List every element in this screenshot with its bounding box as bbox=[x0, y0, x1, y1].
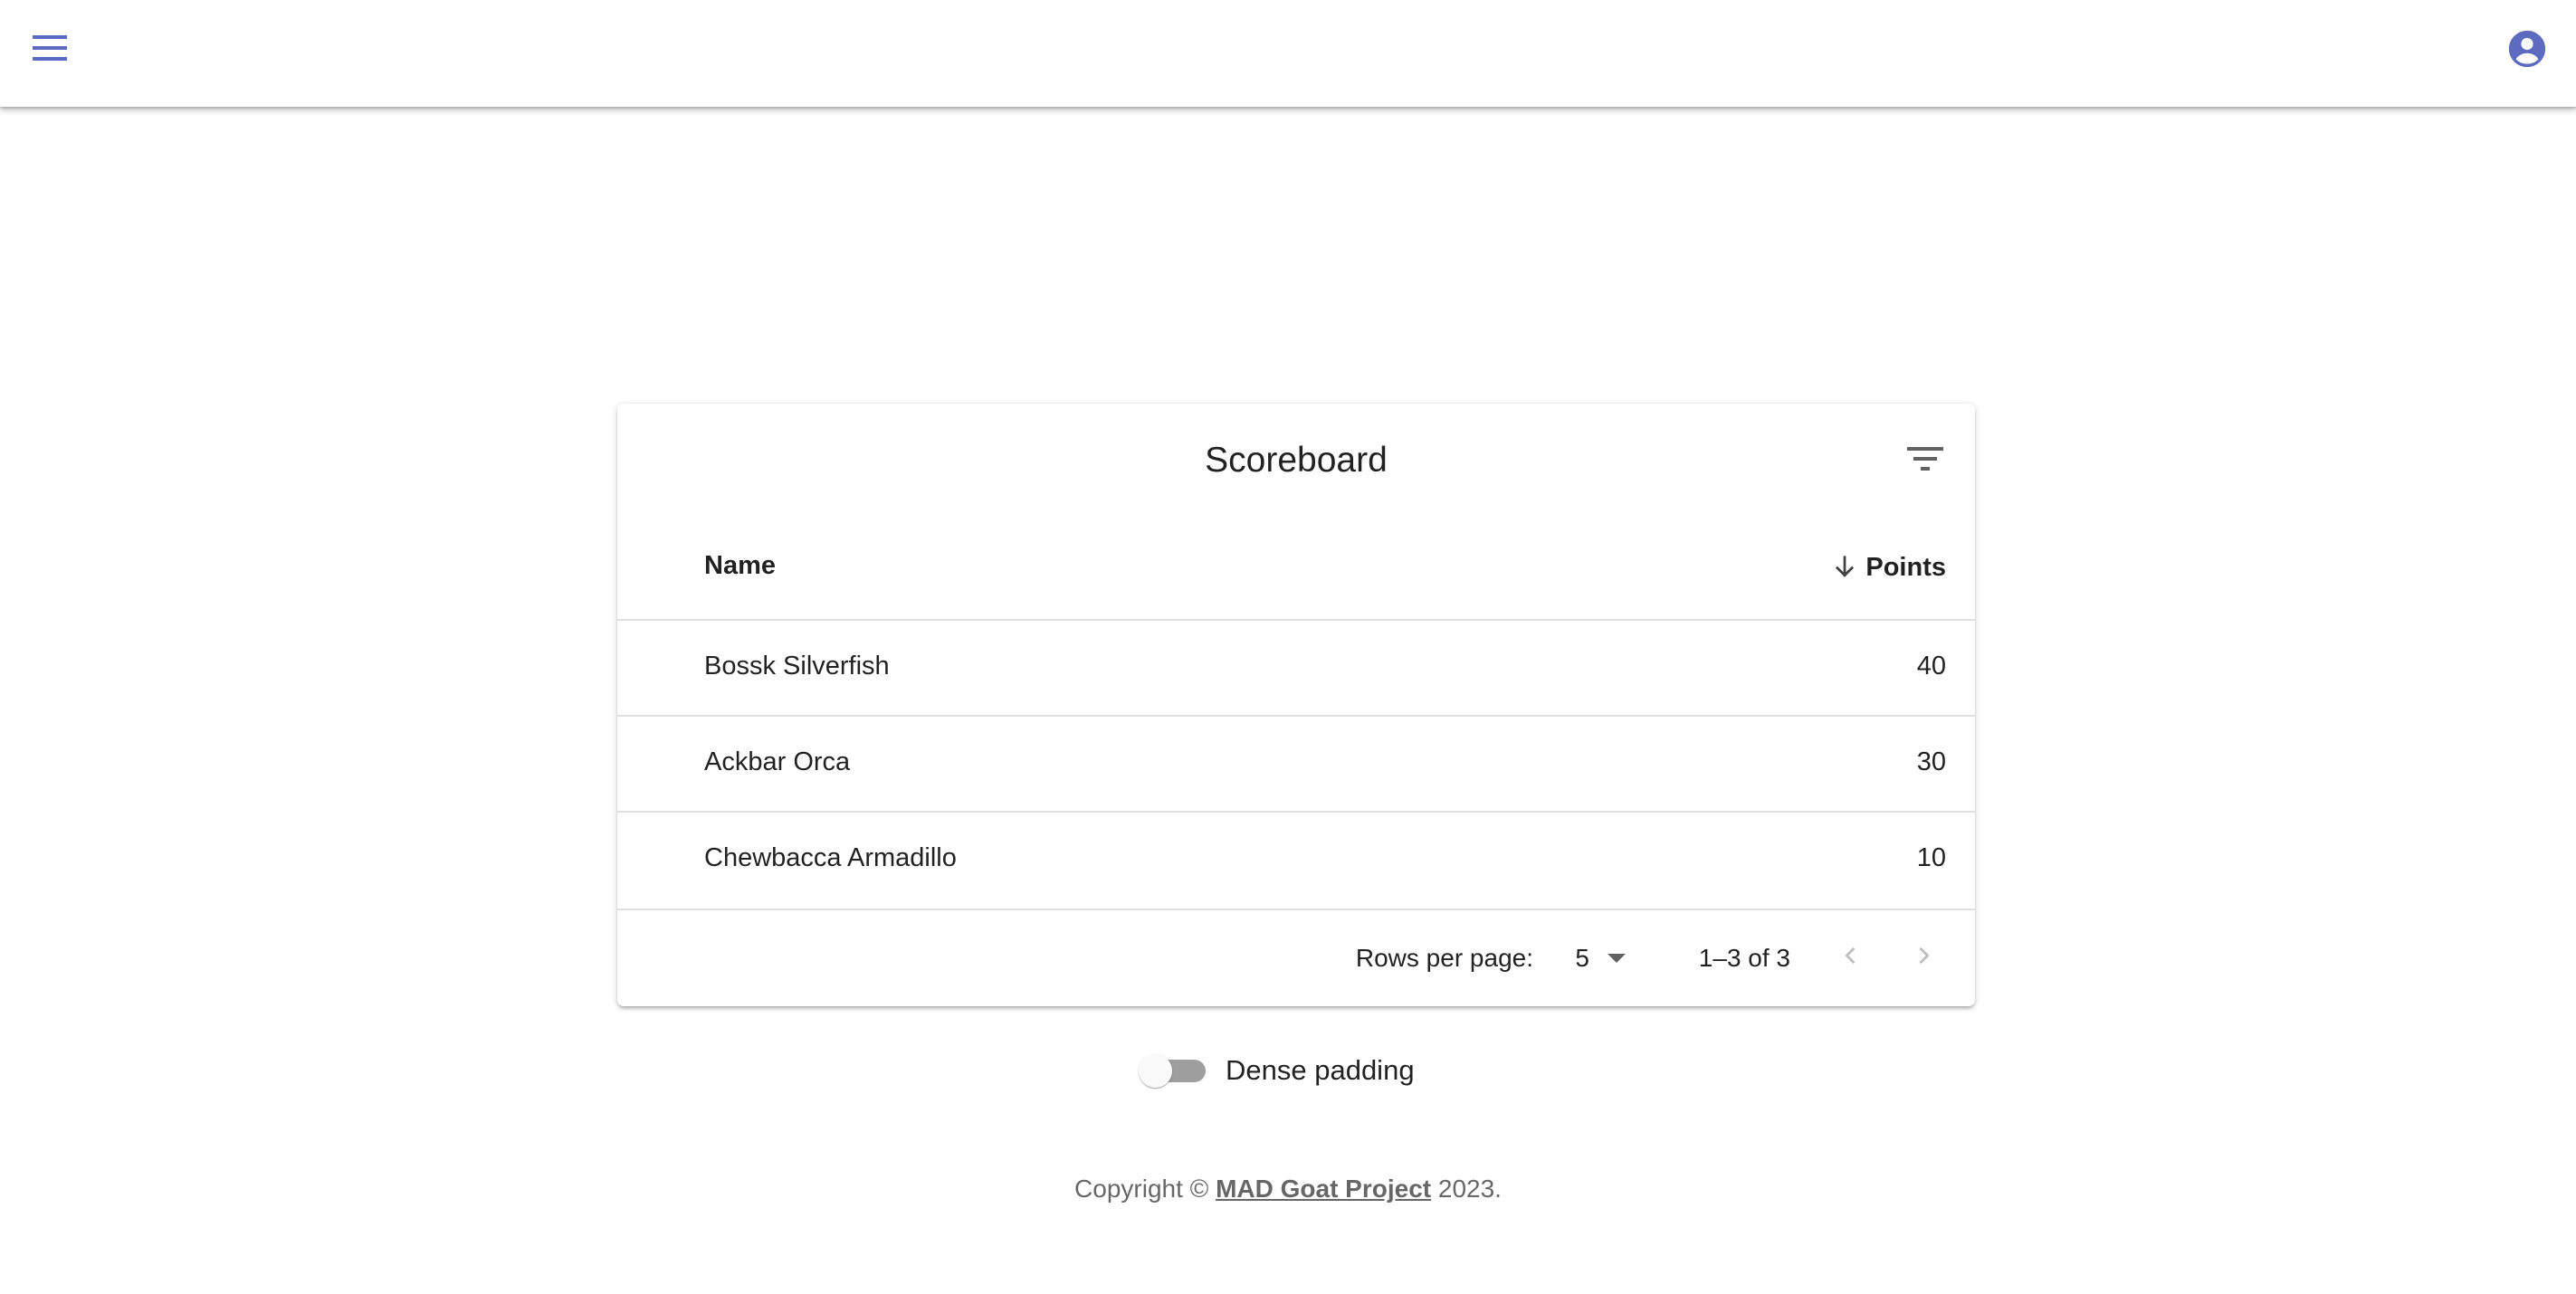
chevron-left-icon bbox=[1838, 943, 1864, 975]
player-name: Bossk Silverfish bbox=[704, 652, 890, 680]
table-pagination: Rows per page: 5 1–3 of 3 bbox=[617, 910, 1975, 1006]
column-header-points[interactable]: Points bbox=[1831, 545, 1946, 590]
table-row: Bossk Silverfish 40 bbox=[617, 621, 1975, 717]
filter-button[interactable] bbox=[1892, 427, 1959, 494]
filter-list-icon bbox=[1907, 445, 1943, 477]
dense-padding-label: Dense padding bbox=[1226, 1054, 1415, 1086]
player-name: Ackbar Orca bbox=[704, 747, 851, 776]
dense-padding-control: Dense padding bbox=[1135, 1041, 1415, 1100]
rows-per-page-label: Rows per page: bbox=[1355, 944, 1533, 972]
account-button[interactable] bbox=[2491, 14, 2563, 87]
project-link[interactable]: MAD Goat Project bbox=[1216, 1175, 1431, 1203]
menu-button[interactable] bbox=[16, 15, 85, 84]
scoreboard-title: Scoreboard bbox=[1205, 441, 1388, 480]
rows-per-page-select[interactable]: 5 bbox=[1575, 910, 1627, 1006]
table-row: Ackbar Orca 30 bbox=[617, 717, 1975, 813]
table-header-row: Name Points bbox=[617, 518, 1975, 621]
player-name: Chewbacca Armadillo bbox=[704, 843, 957, 872]
table-row: Chewbacca Armadillo 10 bbox=[617, 813, 1975, 910]
app-bar bbox=[0, 0, 2576, 107]
column-header-points-label: Points bbox=[1865, 552, 1946, 582]
arrow-downward-icon bbox=[1831, 554, 1858, 581]
copyright-prefix: Copyright © bbox=[1074, 1175, 1209, 1203]
rows-per-page-value: 5 bbox=[1575, 944, 1589, 972]
player-points: 10 bbox=[1916, 843, 1946, 872]
player-points: 30 bbox=[1916, 747, 1946, 776]
previous-page-button[interactable] bbox=[1823, 930, 1879, 986]
next-page-button[interactable] bbox=[1895, 930, 1951, 986]
copyright-year: 2023. bbox=[1437, 1175, 1502, 1203]
pagination-range: 1–3 of 3 bbox=[1698, 944, 1790, 972]
scoreboard-card: Scoreboard Name Points Bossk Silverfish … bbox=[617, 404, 1975, 1006]
chevron-right-icon bbox=[1911, 943, 1936, 975]
dense-padding-switch[interactable] bbox=[1135, 1041, 1213, 1100]
account-circle-icon bbox=[2507, 29, 2547, 73]
copyright-footer: Copyright © MAD Goat Project 2023. bbox=[0, 1175, 2576, 1204]
hamburger-menu-icon bbox=[33, 34, 69, 66]
switch-thumb bbox=[1139, 1054, 1172, 1088]
arrow-drop-down-icon bbox=[1606, 952, 1627, 965]
column-header-name[interactable]: Name bbox=[704, 551, 776, 581]
player-points: 40 bbox=[1916, 652, 1946, 680]
